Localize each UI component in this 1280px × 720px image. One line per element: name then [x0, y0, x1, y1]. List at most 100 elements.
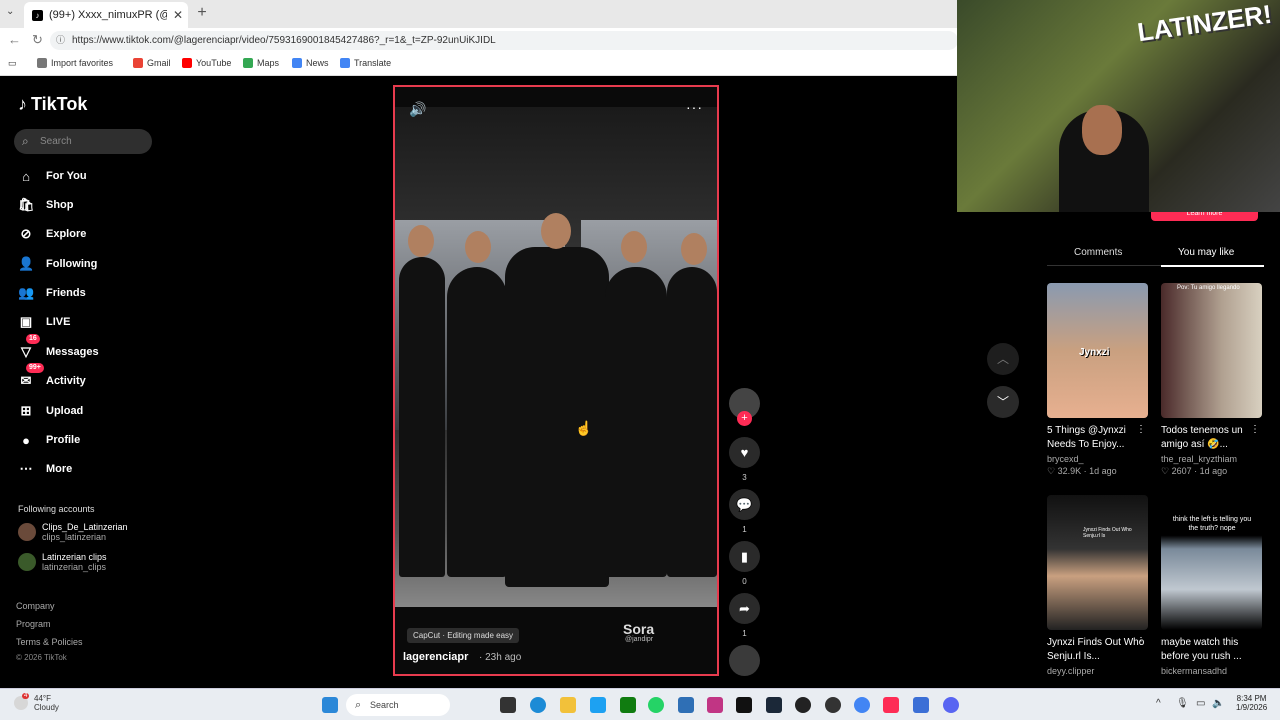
card-more-icon[interactable]: ⋮ — [1136, 424, 1146, 435]
previous-video-button[interactable]: ︿ — [987, 343, 1019, 375]
sidebar-item-profile[interactable]: ● Profile — [18, 429, 80, 451]
following-account[interactable]: Latinzerian clips latinzerian_clips — [18, 552, 107, 572]
weather-widget[interactable]: 4 44°F Cloudy — [14, 693, 59, 712]
sidebar-item-more[interactable]: ⋯ More — [18, 458, 73, 480]
chevron-up-icon: ︿ — [996, 352, 1009, 366]
notification-badge: 99+ — [26, 363, 44, 373]
capcut-tag[interactable]: CapCut · Editing made easy — [407, 628, 520, 643]
music-disc[interactable] — [729, 645, 760, 676]
home-icon: ⌂ — [22, 168, 30, 184]
next-video-button[interactable]: ﹀ — [987, 386, 1019, 418]
card-thumbnail: Pov: Tu amigo llegando — [1161, 283, 1262, 418]
microphone-icon[interactable]: 🎙 — [1176, 698, 1189, 709]
sidebar-item-following[interactable]: 👤 Following — [18, 253, 97, 275]
shop-icon: 🛍 — [18, 197, 35, 212]
upload-icon: ⊞ — [20, 403, 32, 418]
bookmark-youtube[interactable]: YouTube — [182, 58, 231, 68]
bookmark-label: Maps — [257, 58, 280, 68]
tab-close-icon[interactable]: ✕ — [173, 8, 183, 22]
bookmark-maps[interactable]: Maps — [243, 58, 279, 68]
app-icon[interactable] — [913, 697, 929, 713]
bookmark-translate[interactable]: Translate — [340, 58, 391, 68]
system-clock[interactable]: 8:34 PM 1/9/2026 — [1236, 694, 1267, 712]
taskbar-search[interactable]: ⌕ Search — [346, 694, 450, 716]
store-icon[interactable] — [678, 697, 694, 713]
instagram-icon[interactable] — [707, 697, 723, 713]
footer-company-link[interactable]: Company — [16, 601, 55, 611]
twitter-icon[interactable] — [590, 697, 606, 713]
obs-icon[interactable] — [795, 697, 811, 713]
discord-icon[interactable] — [943, 697, 959, 713]
video-figure — [399, 257, 445, 577]
tiktok-app-icon[interactable] — [736, 697, 752, 713]
refresh-icon[interactable]: ↻ — [32, 32, 43, 48]
save-button[interactable]: ▮ — [729, 541, 760, 572]
sidebar-item-label: Messages — [46, 346, 99, 358]
sidebar-item-explore[interactable]: ⊘ Explore — [18, 223, 87, 245]
comment-button[interactable]: 💬 — [729, 489, 760, 520]
recommended-card[interactable]: think the left is telling you the truth?… — [1161, 495, 1262, 676]
tiktok-browser-icon[interactable] — [883, 697, 899, 713]
steam-icon[interactable] — [766, 697, 782, 713]
share-button[interactable]: ➦ — [729, 593, 760, 624]
sidebar-toggle-icon[interactable]: ▭ — [8, 58, 17, 69]
card-more-icon[interactable]: ⋮ — [1250, 424, 1260, 435]
volume-icon[interactable]: 🔊 — [409, 101, 426, 118]
browser-tab[interactable]: ♪ (99+) Xxxx_nimuxPR (@lagerenciapr ✕ — [24, 2, 188, 28]
follow-plus-icon[interactable]: + — [737, 411, 752, 426]
site-info-icon[interactable]: ⓘ — [56, 31, 65, 50]
bookmark-gmail[interactable]: Gmail — [133, 58, 171, 68]
url-field[interactable]: ⓘ https://www.tiktok.com/@lagerenciapr/v… — [50, 31, 958, 50]
task-view-icon[interactable] — [500, 697, 516, 713]
sidebar-item-messages[interactable]: ▽ 16 Messages — [18, 334, 99, 363]
volume-tray-icon[interactable]: 🔈 — [1212, 698, 1224, 709]
windows-start-icon[interactable] — [322, 697, 338, 713]
card-more-icon[interactable]: ⋮ — [1136, 636, 1146, 647]
back-icon[interactable]: ← — [8, 32, 21, 47]
video-author[interactable]: lagerenciapr — [403, 651, 468, 663]
tiktok-logo[interactable]: ♪ TikTok — [18, 94, 87, 115]
tab-menu-icon[interactable]: ⌄ — [6, 6, 14, 17]
sidebar-item-friends[interactable]: 👥 Friends — [18, 282, 86, 304]
like-button[interactable]: ♥ — [729, 437, 760, 468]
sidebar-item-upload[interactable]: ⊞ Upload — [18, 400, 84, 422]
account-handle: latinzerian_clips — [42, 562, 107, 572]
card-title: maybe watch this before you rush ... — [1161, 637, 1242, 662]
video-player[interactable]: 🔊 ··· ☝ CapCut · Editing made easy Sora … — [393, 85, 719, 676]
video-figure — [447, 267, 507, 577]
footer-program-link[interactable]: Program — [16, 619, 51, 629]
recommended-card[interactable]: Jynxzi 5 Things @Jynxzi Needs To Enjoy..… — [1047, 283, 1148, 477]
weather-condition: Cloudy — [34, 703, 59, 712]
file-explorer-icon[interactable] — [560, 697, 576, 713]
chrome-icon[interactable] — [854, 697, 870, 713]
search-input[interactable]: ⌕ Search — [14, 129, 152, 154]
tab-comments[interactable]: Comments — [1074, 247, 1122, 258]
app-icon[interactable] — [825, 697, 841, 713]
recommended-card[interactable]: Jynxzi Finds Out Who Senju.rl Is Jynxzi … — [1047, 495, 1148, 676]
card-title: 5 Things @Jynxzi Needs To Enjoy... — [1047, 425, 1126, 450]
sidebar-item-for-you[interactable]: ⌂ For You — [18, 165, 86, 187]
whatsapp-icon[interactable] — [648, 697, 664, 713]
video-more-icon[interactable]: ··· — [686, 99, 703, 115]
like-count: 3 — [742, 473, 747, 482]
card-likes: 32.9K — [1057, 466, 1082, 476]
footer-terms-link[interactable]: Terms & Policies — [16, 637, 83, 647]
clock-time: 8:34 PM — [1236, 694, 1267, 703]
tray-chevron-icon[interactable]: ^ — [1156, 698, 1161, 709]
sidebar-item-activity[interactable]: ✉ 99+ Activity — [18, 363, 86, 392]
new-tab-button[interactable]: + — [192, 4, 212, 22]
tab-you-may-like[interactable]: You may like — [1178, 247, 1234, 258]
sidebar-item-live[interactable]: ▣ LIVE — [18, 311, 71, 333]
recommended-card[interactable]: Pov: Tu amigo llegando Todos tenemos un … — [1161, 283, 1262, 477]
card-user: deyy.clipper — [1047, 666, 1095, 676]
bookmark-import-favorites[interactable]: Import favorites — [37, 58, 113, 68]
bookmark-news[interactable]: News — [292, 58, 329, 68]
learn-more-button[interactable]: Learn more — [1151, 212, 1258, 221]
network-icon[interactable]: ▭ — [1196, 698, 1205, 709]
card-user: the_real_kryzthiam — [1161, 454, 1238, 464]
following-account[interactable]: Clips_De_Latinzerian clips_latinzerian — [18, 522, 128, 542]
video-figure — [605, 267, 667, 577]
xbox-icon[interactable] — [620, 697, 636, 713]
sidebar-item-shop[interactable]: 🛍 Shop — [18, 194, 74, 216]
edge-icon[interactable] — [530, 697, 546, 713]
